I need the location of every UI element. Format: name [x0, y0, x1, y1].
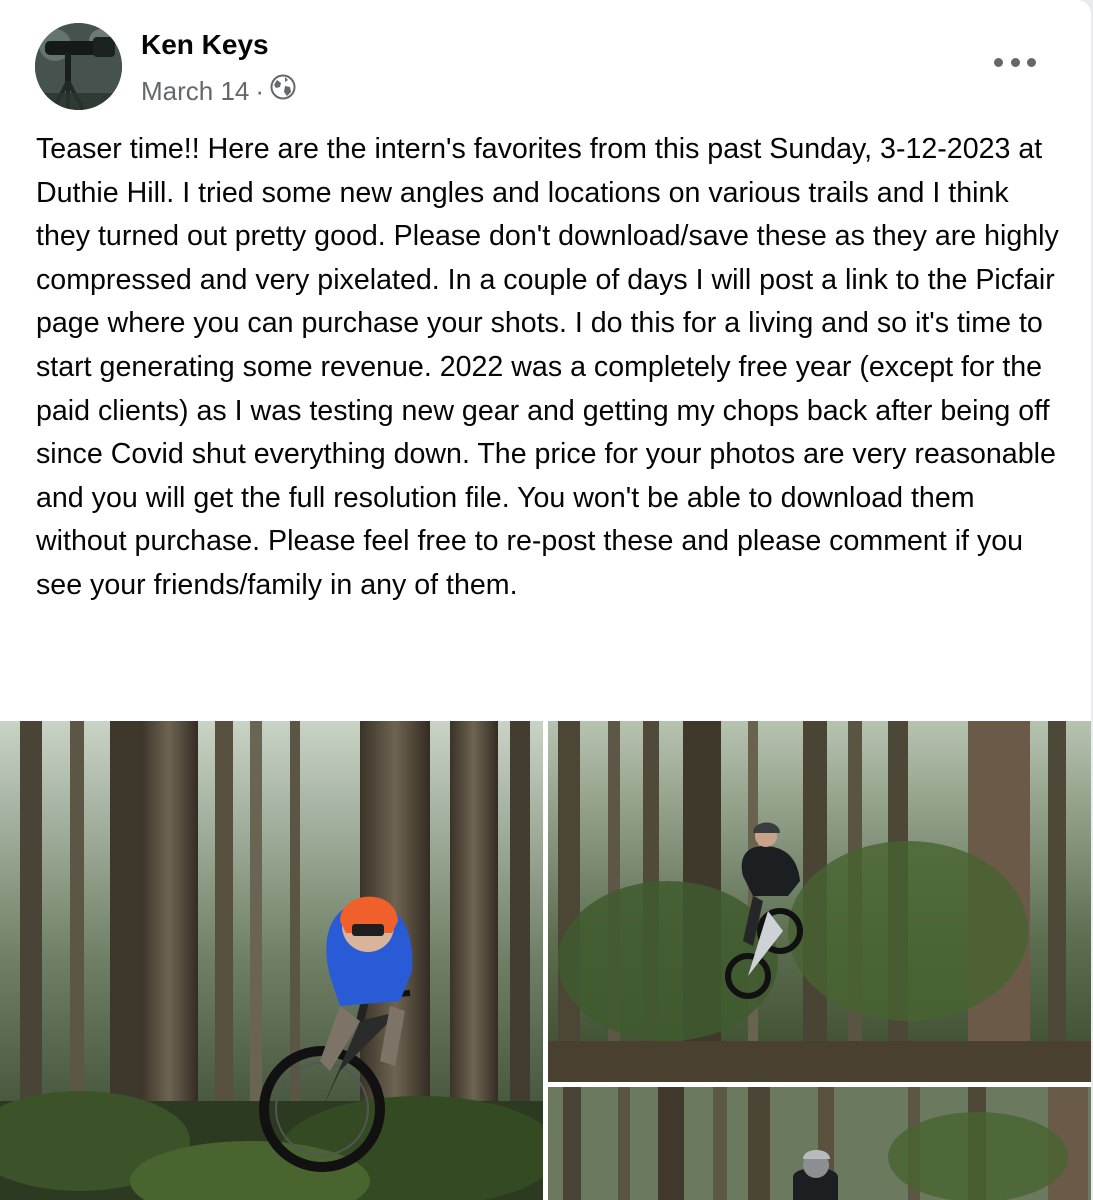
post-text: Teaser time!! Here are the intern's favo…: [36, 133, 1059, 601]
more-dot: [1010, 57, 1020, 67]
more-options-icon[interactable]: [994, 50, 1036, 74]
avatar[interactable]: [35, 23, 122, 110]
author-name[interactable]: Ken Keys: [141, 28, 269, 62]
meta-separator: ·: [255, 75, 265, 106]
post-date[interactable]: March 14: [141, 75, 249, 107]
post-card: Ken Keys March 14 · Teaser time!! Here a…: [0, 0, 1091, 1200]
globe-icon[interactable]: [270, 74, 296, 107]
camera-tripod-avatar-image: [35, 23, 122, 110]
post-photo-2[interactable]: [548, 721, 1091, 1082]
post-meta: March 14 ·: [141, 74, 296, 107]
post-photo-3[interactable]: [548, 1087, 1091, 1200]
post-photo-1[interactable]: [0, 721, 543, 1200]
more-dot: [1027, 57, 1036, 67]
more-dot: [994, 57, 1003, 67]
